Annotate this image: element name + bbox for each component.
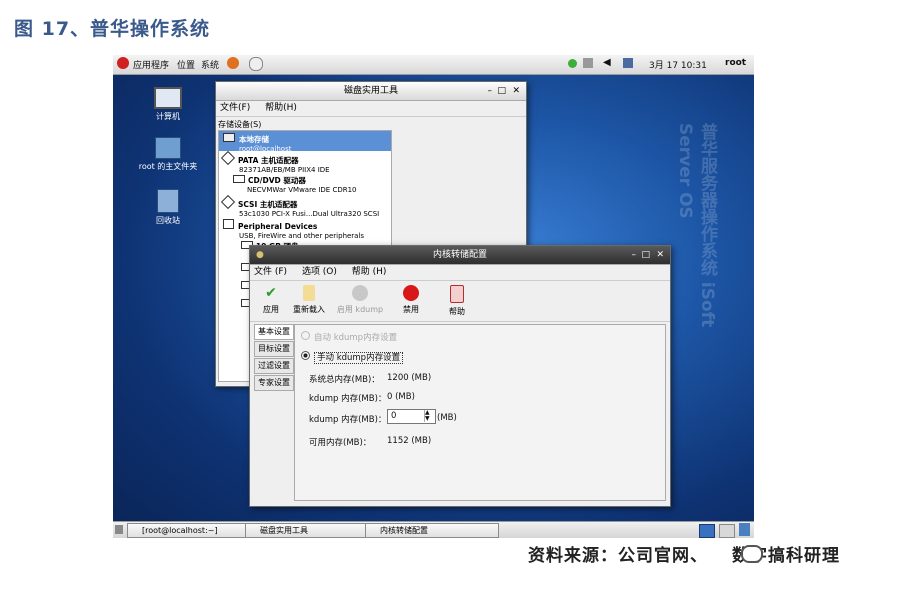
desktop-icon-label: 回收站 [156, 216, 180, 225]
optical-drive-icon [233, 175, 245, 183]
tab-filter[interactable]: 过滤设置 [254, 358, 294, 374]
kdump-memory-label: kdump 内存(MB)： [309, 394, 387, 404]
kdump-basic-panel: 自动 kdump内存设置 手动 kdump内存设置 系统总内存(MB)： 120… [294, 324, 666, 501]
distro-logo-icon[interactable] [117, 57, 129, 69]
reload-button[interactable]: 重新载入 [292, 285, 326, 315]
desktop-icon-computer[interactable]: 计算机 [133, 87, 203, 122]
panel-user[interactable]: root [725, 58, 746, 68]
bottom-panel: [root@localhost:~] 磁盘实用工具 内核转储配置 [113, 521, 754, 538]
tab-basic[interactable]: 基本设置 [254, 324, 294, 340]
disk-utility-titlebar[interactable]: 磁盘实用工具 – □ ✕ [216, 82, 526, 101]
minimize-icon[interactable]: – [632, 246, 637, 264]
close-icon[interactable]: ✕ [656, 246, 664, 264]
wechat-icon [741, 545, 763, 563]
storage-devices-label: 存储设备(S) [218, 120, 262, 129]
volume-icon[interactable]: ◀ [603, 57, 611, 68]
device-row[interactable]: Peripheral Devices USB, FireWire and oth… [223, 219, 364, 241]
menu-help[interactable]: 帮助(H) [265, 103, 297, 113]
device-row[interactable]: CD/DVD 驱动器 NECVMWar VMware IDE CDR10 [233, 175, 357, 195]
taskbar-item-terminal[interactable]: [root@localhost:~] [127, 523, 253, 538]
mail-icon[interactable] [249, 57, 263, 71]
disk-utility-menubar: 文件(F) 帮助(H) [216, 101, 526, 117]
firefox-icon[interactable] [227, 57, 239, 69]
computer-icon [223, 133, 235, 142]
adapter-icon [220, 194, 236, 210]
desktop-icon-trash[interactable]: 回收站 [133, 189, 203, 226]
spinbox-arrows-icon[interactable]: ▲ ▼ [424, 410, 433, 422]
computer-icon [154, 87, 182, 109]
close-icon[interactable]: ✕ [512, 82, 520, 100]
desktop-icon-label: root 的主文件夹 [138, 162, 198, 171]
network-status-icon[interactable] [568, 59, 577, 68]
device-row[interactable]: PATA 主机适配器 82371AB/EB/MB PIIX4 IDE [220, 150, 330, 175]
panel-clock[interactable]: 3月 17 10:31 [649, 58, 707, 71]
workspace-switcher-icon[interactable] [719, 524, 735, 538]
radio-auto[interactable]: 自动 kdump内存设置 [301, 331, 397, 343]
menu-file[interactable]: 文件 (F) [254, 267, 287, 277]
total-memory-label: 系统总内存(MB)： [309, 375, 380, 385]
kdump-config-window: ● 内核转储配置 – □ ✕ 文件 (F) 选项 (O) 帮助 (H) ✔ 应用… [249, 245, 671, 507]
kdump-titlebar[interactable]: ● 内核转储配置 – □ ✕ [250, 246, 670, 265]
show-desktop-icon[interactable] [115, 525, 123, 534]
adapter-icon [220, 150, 236, 166]
menu-places[interactable]: 位置 [177, 58, 195, 71]
help-button[interactable]: 帮助 [440, 285, 474, 317]
reload-icon [303, 285, 315, 301]
kdump-input-unit: (MB) [437, 413, 457, 423]
total-memory-value: 1200 (MB) [387, 373, 432, 383]
taskbar-item-disk-utility[interactable]: 磁盘实用工具 [245, 523, 373, 538]
usable-memory-value: 1152 (MB) [387, 436, 432, 446]
minimize-icon[interactable]: – [488, 82, 493, 100]
menu-system[interactable]: 系统 [201, 58, 219, 71]
enable-kdump-button[interactable]: 启用 kdump [332, 285, 388, 315]
top-panel: 应用程序 位置 系统 ◀ 3月 17 10:31 root [113, 55, 754, 75]
disable-icon [403, 285, 419, 301]
window-title: 磁盘实用工具 [343, 86, 398, 96]
radio-manual[interactable]: 手动 kdump内存设置 [301, 351, 404, 364]
figure-caption: 图 17、普华操作系统 [14, 18, 211, 40]
desktop-icon-label: 计算机 [156, 112, 180, 121]
usable-memory-label: 可用内存(MB)： [309, 438, 372, 448]
kdump-menubar: 文件 (F) 选项 (O) 帮助 (H) [250, 265, 670, 281]
update-icon[interactable] [583, 58, 593, 68]
menu-options[interactable]: 选项 (O) [302, 267, 337, 277]
trash-icon[interactable] [739, 523, 750, 536]
menu-file[interactable]: 文件(F) [220, 103, 250, 113]
enable-icon [352, 285, 368, 301]
source-note: 资料来源：公司官网、 数字搞科研理 [528, 546, 840, 566]
window-title: 内核转储配置 [432, 250, 487, 260]
help-icon [450, 285, 464, 303]
desktop-icon-home[interactable]: root 的主文件夹 [133, 137, 203, 172]
menu-help[interactable]: 帮助 (H) [352, 267, 387, 277]
desktop-screen: 普华服务器操作系统 iSoft Server OS 应用程序 位置 系统 ◀ 3… [113, 55, 754, 538]
home-folder-icon [155, 137, 181, 159]
trash-icon [157, 189, 179, 213]
menu-applications[interactable]: 应用程序 [133, 58, 169, 71]
apply-check-icon: ✔ [265, 285, 277, 301]
workspace-switcher-icon[interactable] [699, 524, 715, 538]
apply-button[interactable]: ✔ 应用 [254, 285, 288, 315]
kdump-memory-value: 0 (MB) [387, 392, 415, 402]
window-menu-icon[interactable]: ● [256, 246, 264, 264]
device-row[interactable]: SCSI 主机适配器 53c1030 PCI-X Fusi...Dual Ult… [220, 194, 379, 219]
usb-icon [223, 219, 234, 229]
kdump-input-label: kdump 内存(MB)： [309, 415, 387, 425]
taskbar-item-kdump[interactable]: 内核转储配置 [365, 523, 499, 538]
maximize-icon[interactable]: □ [497, 82, 506, 100]
display-icon[interactable] [623, 58, 633, 68]
tab-expert[interactable]: 专家设置 [254, 375, 294, 391]
device-row[interactable]: 本地存储 root@localhost [223, 133, 291, 154]
kdump-toolbar: ✔ 应用 重新载入 启用 kdump 禁用 帮助 [250, 281, 670, 322]
disable-button[interactable]: 禁用 [394, 285, 428, 315]
tab-target[interactable]: 目标设置 [254, 341, 294, 357]
maximize-icon[interactable]: □ [641, 246, 650, 264]
